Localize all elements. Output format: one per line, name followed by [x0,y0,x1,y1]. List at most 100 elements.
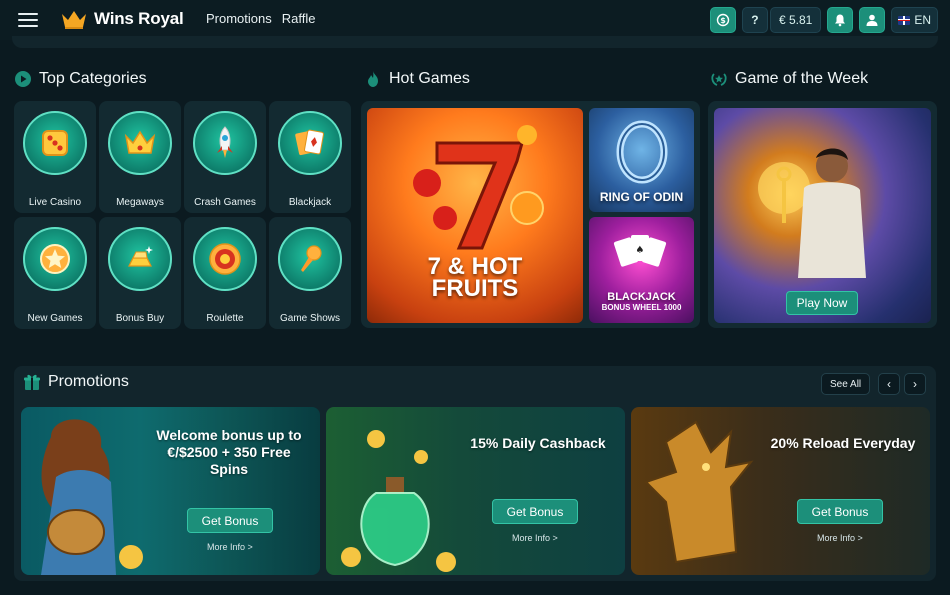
game-subtitle: BONUS WHEEL 1000 [601,303,682,312]
uk-flag-icon [898,15,911,25]
prev-arrow-button[interactable]: ‹ [878,373,900,395]
get-bonus-button[interactable]: Get Bonus [187,508,273,533]
balance-display[interactable]: € 5.81 [769,7,822,33]
hamburger-menu-icon[interactable] [18,13,38,27]
category-badge [278,227,342,291]
bell-icon [835,14,846,27]
logo[interactable]: Wins Royal [60,8,184,30]
promo-card-welcome[interactable]: Welcome bonus up to €/$2500 + 350 Free S… [21,407,320,575]
category-badge [23,111,87,175]
category-label: Roulette [206,313,244,324]
notifications-button[interactable] [827,7,854,33]
promo-card-reload[interactable]: 20% Reload Everyday Get Bonus More Info … [631,407,930,575]
more-info-link[interactable]: More Info > [207,542,253,552]
category-new-games[interactable]: New Games [14,217,96,329]
category-label: Game Shows [279,313,341,324]
microphone-icon [301,245,322,272]
language-selector[interactable]: EN [891,7,938,33]
hot-games-heading: Hot Games [364,70,470,88]
more-info-link[interactable]: More Info > [817,533,863,543]
header-actions: $ ? € 5.81 EN [709,7,938,33]
promotions-panel: Promotions See All ‹ › Welcome bonus up … [14,366,936,581]
category-badge [23,227,87,291]
cards-icon [295,129,324,156]
category-label: Live Casino [28,197,82,208]
main-nav: Promotions Raffle [206,11,315,26]
svg-text:♠: ♠ [636,245,645,256]
promotions-heading: Promotions [23,373,129,391]
category-badge [108,227,172,291]
hero-art [758,148,866,278]
category-bonus-buy[interactable]: Bonus Buy [99,217,181,329]
rocket-icon [217,126,233,158]
cards-art: ♠ [613,235,667,267]
game-ring-of-odin[interactable]: RING OF ODIN [589,108,694,212]
promotions-title: Promotions [48,373,129,390]
more-info-link[interactable]: More Info > [512,533,558,543]
money-clock-icon: $ [716,13,730,27]
gift-icon [24,374,40,390]
game-blackjack-bonus-wheel[interactable]: ♠ BLACKJACK BONUS WHEEL 1000 [589,217,694,323]
nav-raffle[interactable]: Raffle [282,11,316,26]
crown-icon [124,130,156,154]
nav-promotions[interactable]: Promotions [206,11,272,26]
category-badge [278,111,342,175]
dice-icon [42,130,68,156]
dragon-art [644,420,754,564]
next-arrow-button[interactable]: › [904,373,926,395]
wallet-group: ? € 5.81 [741,7,822,33]
gold-bar-icon [128,246,153,267]
game-title: 7 & HOT FRUITS [427,253,523,302]
cashback-button[interactable]: $ [709,7,736,33]
user-icon [866,14,878,26]
category-badge [193,111,257,175]
get-bonus-button[interactable]: Get Bonus [492,499,578,524]
game-of-week-panel: Play Now [708,101,937,328]
game-title: BLACKJACK [607,291,676,303]
get-bonus-button[interactable]: Get Bonus [797,499,883,524]
category-crash-games[interactable]: Crash Games [184,101,266,213]
hot-games-title: Hot Games [389,70,470,87]
crown-logo-icon [62,11,86,29]
game-title: RING OF ODIN [599,190,684,204]
category-blackjack[interactable]: Blackjack [269,101,351,213]
category-live-casino[interactable]: Live Casino [14,101,96,213]
category-label: New Games [27,313,83,324]
language-label: EN [914,13,931,27]
game-of-week-heading: Game of the Week [710,70,868,88]
laurel-trophy-icon [711,73,727,86]
category-roulette[interactable]: Roulette [184,217,266,329]
category-megaways[interactable]: Megaways [99,101,181,213]
see-all-button[interactable]: See All [821,373,871,395]
chevron-left-icon: ‹ [887,377,891,391]
promo-title: 15% Daily Cashback [470,435,606,451]
promo-title: 20% Reload Everyday [770,435,916,451]
roulette-icon [209,243,241,275]
profile-button[interactable] [859,7,886,33]
svg-text:$: $ [720,16,726,25]
category-label: Blackjack [288,197,332,208]
musician-art [41,419,143,575]
hot-games-panel: 7 & HOT FRUITS RING OF ODIN ♠ BLACKJACK … [361,101,700,328]
top-categories-title: Top Categories [39,70,147,87]
category-label: Megaways [116,197,164,208]
category-label: Bonus Buy [115,313,165,324]
brand-name: Wins Royal [94,9,184,28]
category-badge [193,227,257,291]
game-of-week-title: Game of the Week [735,70,869,87]
game-of-week-image[interactable]: Play Now [714,108,931,323]
play-now-button[interactable]: Play Now [786,291,858,315]
category-game-shows[interactable]: Game Shows [269,217,351,329]
question-icon: ? [751,13,759,27]
top-categories-heading: Top Categories [14,70,147,88]
promo-title: Welcome bonus up to €/$2500 + 350 Free S… [156,427,302,477]
ring-art [616,120,668,184]
seven-fruits-art [413,125,544,250]
star-icon [40,244,70,274]
play-circle-icon [15,71,31,87]
potion-art [341,430,456,572]
chevron-right-icon: › [913,377,917,391]
game-7-hot-fruits[interactable]: 7 & HOT FRUITS [367,108,583,323]
help-button[interactable]: ? [741,7,768,33]
promo-card-cashback[interactable]: 15% Daily Cashback Get Bonus More Info > [326,407,625,575]
